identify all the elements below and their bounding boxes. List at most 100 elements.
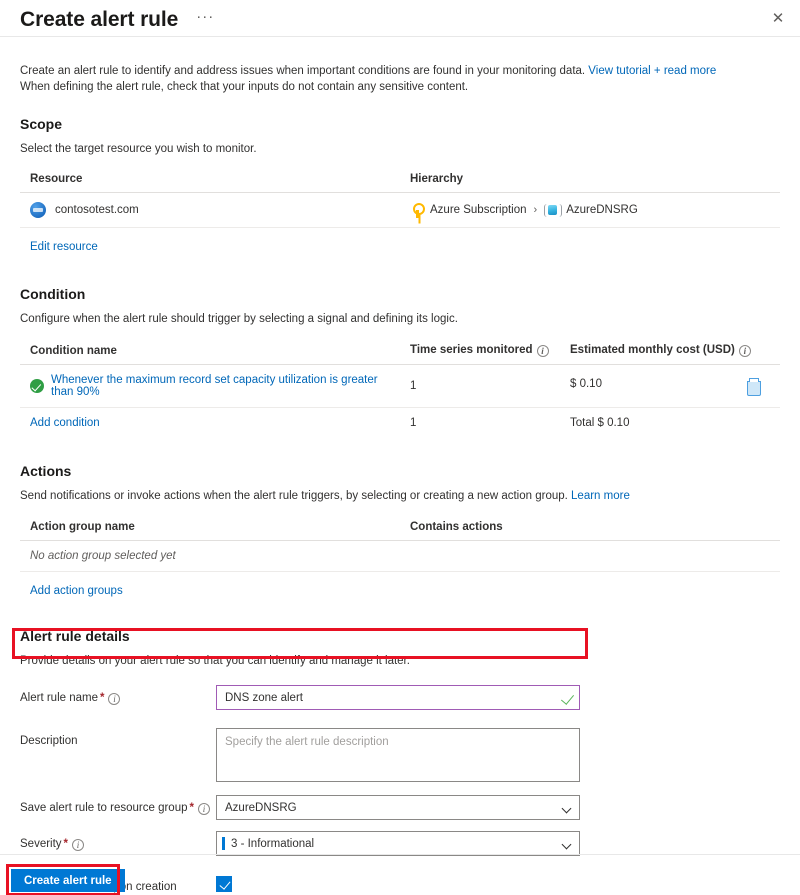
info-icon[interactable]: i — [72, 839, 85, 851]
alert-rule-name-field-wrap: DNS zone alert — [216, 685, 780, 710]
description-row: Description Specify the alert rule descr… — [20, 728, 780, 782]
condition-name-link[interactable]: Whenever the maximum record set capacity… — [51, 374, 394, 398]
description-textarea[interactable]: Specify the alert rule description — [216, 728, 580, 782]
description-field-wrap: Specify the alert rule description — [216, 728, 780, 782]
actions-col-contains: Contains actions — [400, 517, 780, 541]
resource-group-label: Save alert rule to resource group * i — [20, 795, 216, 816]
scope-table-header-row: Resource Hierarchy — [20, 169, 780, 193]
condition-series-total: 1 — [410, 417, 417, 429]
success-check-icon — [30, 379, 44, 393]
intro-line-2: When defining the alert rule, check that… — [20, 81, 469, 93]
table-row: contosotest.com Azure Subscription › Azu… — [20, 192, 780, 228]
severity-color-bar — [222, 837, 225, 850]
required-indicator: * — [189, 802, 194, 814]
severity-label-text: Severity — [20, 838, 62, 850]
create-alert-rule-blade: Create alert rule ··· ✕ Create an alert … — [0, 0, 800, 895]
create-alert-rule-button[interactable]: Create alert rule — [11, 869, 125, 892]
info-icon[interactable]: i — [108, 693, 121, 705]
scope-resource-cell: contosotest.com — [20, 192, 400, 228]
scope-subscription-name: Azure Subscription — [430, 204, 527, 216]
actions-table-header-row: Action group name Contains actions — [20, 517, 780, 541]
add-condition-link[interactable]: Add condition — [30, 417, 100, 429]
severity-row: Severity * i 3 - Informational — [20, 831, 780, 861]
actions-learn-more-link[interactable]: Learn more — [571, 490, 630, 502]
required-indicator: * — [63, 838, 69, 850]
condition-table-header-row: Condition name Time series monitored i Es… — [20, 340, 780, 365]
severity-value: 3 - Informational — [231, 837, 315, 850]
condition-col-series-label: Time series monitored — [410, 344, 533, 356]
blade-header: Create alert rule ··· ✕ — [0, 0, 800, 36]
delete-condition-icon[interactable] — [746, 378, 761, 396]
chevron-down-icon — [561, 839, 572, 850]
scope-col-resource: Resource — [20, 169, 400, 193]
edit-resource-link[interactable]: Edit resource — [30, 241, 98, 253]
details-section-description: Provide details on your alert rule so th… — [20, 655, 410, 667]
footer-divider — [0, 854, 800, 855]
condition-name-cell: Whenever the maximum record set capacity… — [20, 364, 400, 408]
condition-cost-cell: $ 0.10 — [560, 364, 780, 408]
scope-col-hierarchy: Hierarchy — [400, 169, 780, 193]
alert-rule-name-row: Alert rule name * i DNS zone alert — [20, 685, 780, 715]
info-icon[interactable]: i — [738, 345, 751, 357]
actions-table: Action group name Contains actions No ac… — [20, 517, 780, 572]
scope-table: Resource Hierarchy contosotest.com Azure… — [20, 169, 780, 228]
condition-col-series: Time series monitored i — [400, 340, 560, 365]
alert-rule-name-input[interactable]: DNS zone alert — [216, 685, 580, 710]
severity-field-wrap: 3 - Informational — [216, 831, 780, 856]
enable-on-creation-field-wrap — [216, 874, 780, 892]
enable-on-creation-row: Enable alert rule upon creation — [20, 874, 780, 895]
add-condition-cell: Add condition — [20, 408, 400, 439]
description-label: Description — [20, 735, 78, 747]
actions-section-title: Actions — [20, 463, 72, 479]
breadcrumb-separator-icon: › — [533, 204, 538, 216]
condition-section-description: Configure when the alert rule should tri… — [20, 313, 458, 325]
condition-cost-total: Total $ 0.10 — [570, 417, 630, 429]
info-icon[interactable]: i — [197, 803, 210, 815]
required-indicator: * — [99, 692, 105, 704]
severity-select[interactable]: 3 - Informational — [216, 831, 580, 856]
close-icon[interactable]: ✕ — [766, 6, 790, 30]
resource-group-icon — [544, 203, 563, 218]
subscription-key-icon — [410, 202, 425, 218]
severity-label: Severity * i — [20, 831, 216, 852]
resource-group-field-wrap: AzureDNSRG — [216, 795, 780, 820]
alert-rule-name-value: DNS zone alert — [225, 691, 303, 704]
dns-zone-icon — [30, 202, 46, 218]
enable-on-creation-checkbox[interactable] — [216, 876, 232, 892]
info-icon[interactable]: i — [536, 345, 549, 357]
condition-col-name: Condition name — [20, 340, 400, 365]
more-options-icon[interactable]: ··· — [192, 9, 218, 30]
table-row: No action group selected yet — [20, 540, 780, 572]
actions-section-description: Send notifications or invoke actions whe… — [20, 488, 780, 504]
alert-rule-name-label-text: Alert rule name — [20, 692, 98, 704]
table-row: Whenever the maximum record set capacity… — [20, 364, 780, 408]
scope-section-title: Scope — [20, 116, 63, 132]
scope-hierarchy-cell: Azure Subscription › AzureDNSRG — [400, 192, 780, 228]
valid-check-icon — [560, 691, 575, 705]
actions-contains-cell — [400, 540, 780, 572]
view-tutorial-link[interactable]: View tutorial + read more — [588, 65, 716, 77]
condition-col-name-label: Condition name — [30, 345, 117, 357]
chevron-down-icon — [561, 803, 572, 814]
condition-series-cell: 1 — [400, 364, 560, 408]
actions-empty-message: No action group selected yet — [20, 540, 400, 572]
details-section-title: Alert rule details — [20, 628, 130, 644]
scope-section-description: Select the target resource you wish to m… — [20, 143, 257, 155]
header-divider — [0, 36, 800, 37]
intro-line-1: Create an alert rule to identify and add… — [20, 65, 589, 77]
resource-group-select[interactable]: AzureDNSRG — [216, 795, 580, 820]
condition-col-cost: Estimated monthly cost (USD) i — [560, 340, 780, 365]
condition-table: Condition name Time series monitored i Es… — [20, 340, 780, 438]
condition-col-cost-label: Estimated monthly cost (USD) — [570, 344, 735, 356]
actions-col-name: Action group name — [20, 517, 400, 541]
page-title: Create alert rule — [20, 8, 179, 31]
condition-cost-value: $ 0.10 — [570, 378, 602, 390]
description-placeholder: Specify the alert rule description — [225, 736, 389, 748]
add-action-groups-link[interactable]: Add action groups — [30, 585, 123, 597]
resource-group-value: AzureDNSRG — [225, 801, 297, 814]
resource-group-row: Save alert rule to resource group * i Azur… — [20, 795, 780, 825]
scope-resource-group-name: AzureDNSRG — [566, 204, 638, 216]
actions-description-text: Send notifications or invoke actions whe… — [20, 490, 572, 502]
condition-footer-row: Add condition 1 Total $ 0.10 — [20, 408, 780, 439]
resource-group-label-text: Save alert rule to resource group — [20, 802, 188, 814]
